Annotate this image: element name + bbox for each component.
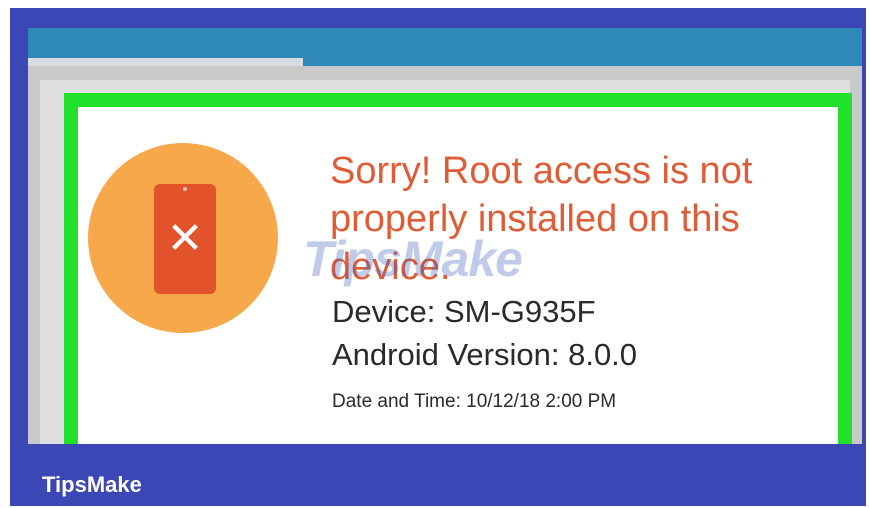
date-time-info: Date and Time: 10/12/18 2:00 PM <box>332 391 617 412</box>
phone-screen: ✕ Sorry! Root access is not properly ins… <box>28 28 862 444</box>
android-version-info: Android Version: 8.0.0 <box>332 337 638 372</box>
phone-error-icon: ✕ <box>88 143 278 333</box>
device-info: Device: SM-G935F <box>332 294 596 329</box>
root-error-dialog: ✕ Sorry! Root access is not properly ins… <box>64 93 852 444</box>
close-icon: ✕ <box>166 213 204 264</box>
watermark: TipsMake <box>303 231 523 287</box>
tab-indicator <box>28 58 303 66</box>
brand-label: TipsMake <box>42 472 142 497</box>
phone-speaker <box>183 187 187 191</box>
phone-icon: ✕ <box>154 184 216 294</box>
